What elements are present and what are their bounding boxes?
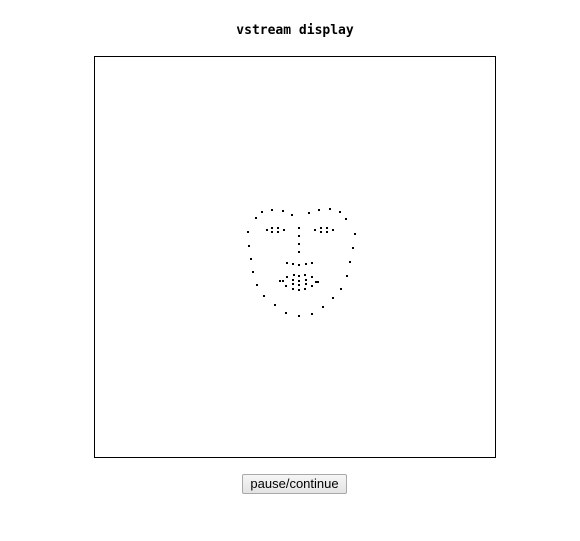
landmark-point: [326, 227, 328, 229]
landmark-point: [298, 235, 300, 237]
landmark-point: [305, 279, 307, 281]
landmark-point: [283, 229, 285, 231]
landmark-point: [320, 227, 322, 229]
landmark-point: [282, 280, 284, 282]
page-title: vstream display: [236, 23, 354, 38]
landmark-point: [305, 263, 307, 265]
landmark-point: [315, 281, 317, 283]
landmark-point: [346, 275, 348, 277]
landmark-point: [271, 231, 273, 233]
landmark-point: [317, 281, 319, 283]
landmark-point: [282, 210, 284, 212]
landmark-point: [292, 279, 294, 281]
landmark-point: [311, 313, 313, 315]
landmark-point: [292, 288, 294, 290]
landmark-point: [298, 315, 300, 317]
landmark-point: [354, 233, 356, 235]
landmark-point: [311, 276, 313, 278]
landmark-point: [322, 306, 324, 308]
landmark-point: [304, 288, 306, 290]
landmark-point: [266, 229, 268, 231]
landmark-point: [277, 231, 279, 233]
landmark-point: [292, 263, 294, 265]
landmark-point: [339, 211, 341, 213]
landmark-point: [298, 284, 300, 286]
landmark-point: [261, 211, 263, 213]
landmark-point: [298, 251, 300, 253]
landmark-point: [298, 280, 300, 282]
landmark-point: [292, 283, 294, 285]
landmark-point: [311, 285, 313, 287]
landmark-point: [277, 227, 279, 229]
landmark-point: [285, 285, 287, 287]
landmark-point: [291, 214, 293, 216]
landmark-point: [250, 258, 252, 260]
landmark-point: [252, 271, 254, 273]
landmark-point: [293, 274, 295, 276]
landmark-point: [271, 209, 273, 211]
landmark-point: [304, 274, 306, 276]
landmark-point: [298, 264, 300, 266]
landmark-point: [279, 280, 281, 282]
landmark-point: [298, 289, 300, 291]
landmark-point: [274, 304, 276, 306]
landmark-point: [298, 275, 300, 277]
page: vstream display pause/continue: [0, 0, 580, 541]
landmark-point: [345, 218, 347, 220]
landmark-point: [298, 227, 300, 229]
landmark-point: [248, 245, 250, 247]
landmark-point: [286, 262, 288, 264]
landmark-point: [320, 231, 322, 233]
landmark-point: [286, 276, 288, 278]
landmark-point: [305, 283, 307, 285]
pause-continue-button[interactable]: pause/continue: [242, 474, 347, 494]
landmark-point: [352, 247, 354, 249]
landmark-point: [332, 229, 334, 231]
video-display-canvas: [94, 56, 496, 458]
landmark-point: [318, 209, 320, 211]
landmark-point: [311, 262, 313, 264]
landmark-point: [255, 217, 257, 219]
face-landmarks-plot: [247, 208, 356, 317]
landmark-point: [332, 297, 334, 299]
landmark-point: [285, 312, 287, 314]
landmark-point: [340, 288, 342, 290]
landmark-point: [349, 261, 351, 263]
landmark-point: [298, 243, 300, 245]
landmark-point: [263, 295, 265, 297]
landmark-point: [314, 229, 316, 231]
landmark-point: [256, 284, 258, 286]
landmark-point: [329, 208, 331, 210]
landmark-point: [247, 231, 249, 233]
landmark-point: [326, 231, 328, 233]
landmark-point: [308, 212, 310, 214]
landmark-point: [271, 227, 273, 229]
